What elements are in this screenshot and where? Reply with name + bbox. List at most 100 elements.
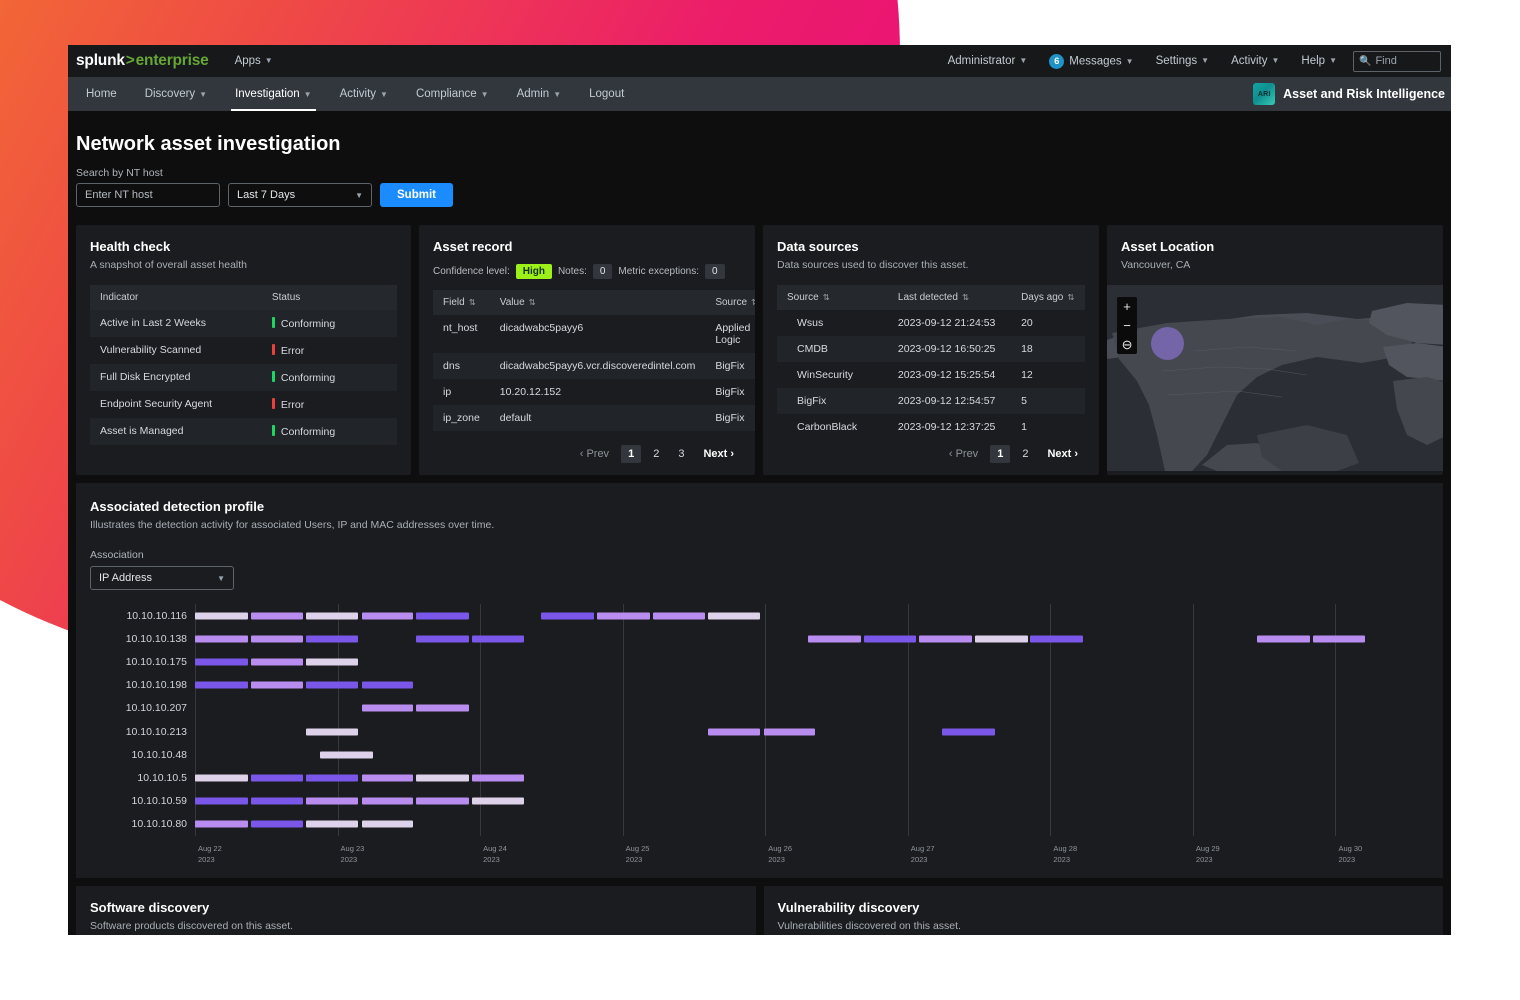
gantt-bar-segment[interactable]: [975, 635, 1028, 642]
time-range-select[interactable]: Last 7 Days ▼: [228, 183, 372, 207]
map-zoom-in-button[interactable]: +: [1117, 297, 1137, 316]
pager-page-1[interactable]: 1: [990, 445, 1010, 463]
gantt-bar-segment[interactable]: [362, 798, 413, 805]
gantt-bar-segment[interactable]: [195, 612, 248, 619]
gantt-bar-segment[interactable]: [416, 612, 469, 619]
gantt-bar-segment[interactable]: [362, 821, 413, 828]
gantt-bar-segment[interactable]: [416, 705, 469, 712]
col-days-ago[interactable]: Days ago⇅: [1011, 285, 1085, 310]
col-indicator[interactable]: Indicator: [90, 285, 262, 310]
nav-item-logout[interactable]: Logout: [575, 77, 638, 111]
col-field[interactable]: Field⇅: [433, 290, 490, 315]
gantt-bar-segment[interactable]: [195, 821, 248, 828]
gantt-bar-segment[interactable]: [764, 728, 815, 735]
gantt-bar-segment[interactable]: [195, 659, 248, 666]
gantt-bar-segment[interactable]: [306, 728, 357, 735]
gantt-bar-segment[interactable]: [942, 728, 995, 735]
x-axis-tick-label: Aug 292023: [1196, 844, 1220, 866]
gantt-bar-segment[interactable]: [541, 612, 594, 619]
nav-item-compliance[interactable]: Compliance▼: [402, 77, 503, 111]
administrator-label: Administrator: [948, 55, 1016, 67]
pager-next[interactable]: Next ›: [1040, 445, 1085, 463]
gantt-bar-segment[interactable]: [362, 682, 413, 689]
gantt-bar-segment[interactable]: [472, 775, 525, 782]
gantt-bar-segment[interactable]: [653, 612, 706, 619]
gantt-bar-segment[interactable]: [416, 798, 469, 805]
pager-page-2[interactable]: 2: [646, 445, 666, 463]
gantt-bar-segment[interactable]: [306, 635, 357, 642]
gantt-bar-segment[interactable]: [1257, 635, 1310, 642]
help-menu[interactable]: Help▼: [1290, 55, 1348, 67]
gantt-bar-segment[interactable]: [708, 728, 759, 735]
gantt-bar-segment[interactable]: [195, 775, 248, 782]
gantt-bar-segment[interactable]: [306, 798, 357, 805]
col-value[interactable]: Value⇅: [490, 290, 706, 315]
tick-date: Aug 27: [911, 844, 935, 855]
gantt-bar-segment[interactable]: [919, 635, 972, 642]
gantt-bar-segment[interactable]: [195, 798, 248, 805]
gantt-bar-segment[interactable]: [251, 775, 304, 782]
gantt-bar-segment[interactable]: [306, 821, 357, 828]
settings-menu[interactable]: Settings▼: [1145, 55, 1220, 67]
col-status[interactable]: Status: [262, 285, 397, 310]
gantt-bar-segment[interactable]: [251, 612, 304, 619]
gantt-bar-segment[interactable]: [251, 659, 304, 666]
gantt-bar-segment[interactable]: [1030, 635, 1083, 642]
nav-item-activity[interactable]: Activity▼: [326, 77, 402, 111]
map-reset-zoom-icon[interactable]: ⊖: [1117, 335, 1137, 354]
x-axis-tick-label: Aug 252023: [626, 844, 650, 866]
pager-next[interactable]: Next ›: [696, 445, 741, 463]
col-last-detected[interactable]: Last detected⇅: [888, 285, 1011, 310]
splunk-logo[interactable]: splunk>enterprise: [76, 52, 209, 70]
pager-page-3[interactable]: 3: [671, 445, 691, 463]
gantt-bar-segment[interactable]: [306, 775, 357, 782]
gantt-bar-segment[interactable]: [306, 659, 357, 666]
col-source[interactable]: Source⇅: [705, 290, 755, 315]
pager-page-1[interactable]: 1: [621, 445, 641, 463]
apps-menu[interactable]: Apps▼: [235, 55, 273, 67]
software-discovery-subtitle: Software products discovered on this ass…: [90, 920, 742, 932]
gantt-bar-segment[interactable]: [472, 798, 525, 805]
gantt-bar-segment[interactable]: [597, 612, 650, 619]
nav-item-admin[interactable]: Admin▼: [503, 77, 576, 111]
cell-field: ip_zone: [433, 405, 490, 431]
pager-page-2[interactable]: 2: [1015, 445, 1035, 463]
gantt-bar-segment[interactable]: [416, 635, 469, 642]
gantt-bar-segment[interactable]: [251, 798, 304, 805]
gantt-bar-segment[interactable]: [195, 635, 248, 642]
col-source[interactable]: Source⇅: [777, 285, 888, 310]
pager-prev[interactable]: ‹ Prev: [573, 445, 616, 463]
gantt-bar-segment[interactable]: [251, 821, 304, 828]
gantt-bar-segment[interactable]: [306, 682, 357, 689]
find-input[interactable]: 🔍 Find: [1353, 51, 1441, 72]
gantt-bar-segment[interactable]: [320, 751, 373, 758]
administrator-menu[interactable]: Administrator▼: [937, 55, 1039, 67]
gantt-bar-segment[interactable]: [808, 635, 861, 642]
association-select[interactable]: IP Address ▼: [90, 566, 234, 590]
gantt-bar-segment[interactable]: [362, 705, 413, 712]
cell-source: Applied Logic: [705, 315, 755, 353]
nav-item-investigation[interactable]: Investigation▼: [221, 77, 326, 111]
activity-menu[interactable]: Activity▼: [1220, 55, 1290, 67]
messages-menu[interactable]: 6Messages▼: [1038, 54, 1144, 69]
health-check-head: Health check A snapshot of overall asset…: [76, 225, 411, 271]
asset-location-map[interactable]: + − ⊖: [1107, 285, 1443, 471]
gantt-bar-segment[interactable]: [864, 635, 917, 642]
chevron-down-icon: ▼: [1126, 57, 1134, 66]
gantt-bar-segment[interactable]: [362, 775, 413, 782]
nav-item-home[interactable]: Home: [72, 77, 131, 111]
submit-button[interactable]: Submit: [380, 183, 453, 207]
gantt-bar-segment[interactable]: [1313, 635, 1366, 642]
gantt-bar-segment[interactable]: [251, 635, 304, 642]
gantt-bar-segment[interactable]: [306, 612, 357, 619]
gantt-bar-segment[interactable]: [416, 775, 469, 782]
gantt-bar-segment[interactable]: [708, 612, 759, 619]
gantt-bar-segment[interactable]: [251, 682, 304, 689]
nt-host-input[interactable]: Enter NT host: [76, 183, 220, 207]
gantt-bar-segment[interactable]: [362, 612, 413, 619]
gantt-bar-segment[interactable]: [472, 635, 525, 642]
map-zoom-out-button[interactable]: −: [1117, 316, 1137, 335]
gantt-bar-segment[interactable]: [195, 682, 248, 689]
nav-item-discovery[interactable]: Discovery▼: [131, 77, 221, 111]
pager-prev[interactable]: ‹ Prev: [942, 445, 985, 463]
